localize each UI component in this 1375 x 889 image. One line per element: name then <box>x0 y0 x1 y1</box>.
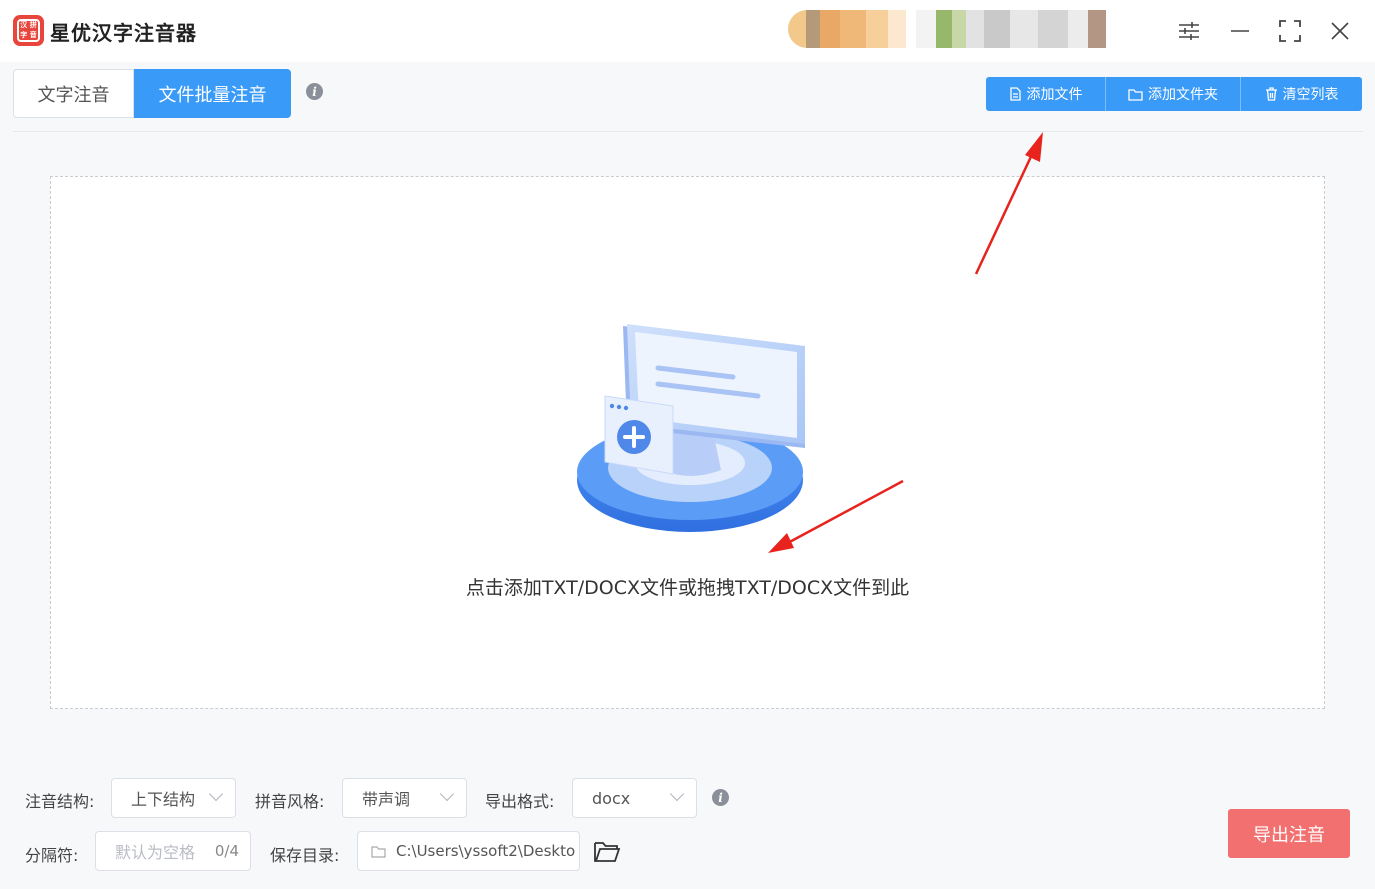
info-icon[interactable]: i <box>306 83 323 100</box>
folder-icon <box>371 846 386 858</box>
browse-folder-icon[interactable] <box>593 839 621 865</box>
separator-label: 分隔符: <box>25 846 79 865</box>
format-info-icon[interactable]: i <box>712 789 729 806</box>
mode-tabs: 文字注音 文件批量注音 <box>13 69 291 118</box>
chevron-down-icon <box>439 786 455 802</box>
export-format-select[interactable]: docx <box>572 778 697 818</box>
structure-label: 注音结构: <box>25 792 95 811</box>
drop-zone-hint: 点击添加TXT/DOCX文件或拖拽TXT/DOCX文件到此 <box>465 577 910 599</box>
save-dir-input[interactable]: C:\Users\yssoft2\Deskto <box>357 831 580 871</box>
add-folder-label: 添加文件夹 <box>1148 87 1218 103</box>
style-label: 拼音风格: <box>255 792 325 811</box>
chevron-down-icon <box>669 786 685 802</box>
file-drop-zone[interactable]: 点击添加TXT/DOCX文件或拖拽TXT/DOCX文件到此 <box>50 176 1325 709</box>
file-toolbar: 添加文件 添加文件夹 清空列表 <box>986 77 1362 111</box>
close-icon[interactable] <box>1325 16 1355 46</box>
add-folder-button[interactable]: 添加文件夹 <box>1106 77 1241 111</box>
export-annotation-button[interactable]: 导出注音 <box>1228 809 1350 858</box>
maximize-icon[interactable] <box>1275 16 1305 46</box>
divider <box>13 131 1363 132</box>
tab-text-annotation[interactable]: 文字注音 <box>13 69 134 118</box>
file-icon <box>1009 87 1021 101</box>
add-file-label: 添加文件 <box>1026 87 1083 103</box>
trash-icon <box>1265 87 1277 101</box>
format-label: 导出格式: <box>485 792 555 811</box>
app-title: 星优汉字注音器 <box>50 21 197 45</box>
separator-input[interactable]: 默认为空格 0/4 <box>95 831 251 871</box>
user-account-blurred[interactable] <box>788 10 1153 48</box>
chevron-down-icon <box>208 786 224 802</box>
app-logo: 汉拼 字音 <box>13 15 44 46</box>
save-dir-value: C:\Users\yssoft2\Deskto <box>396 842 576 860</box>
separator-count: 0/4 <box>214 842 239 860</box>
format-value: docx <box>592 788 631 808</box>
clear-list-button[interactable]: 清空列表 <box>1241 77 1362 111</box>
structure-value: 上下结构 <box>131 790 196 809</box>
tab-batch-file-annotation[interactable]: 文件批量注音 <box>134 69 291 118</box>
settings-icon[interactable] <box>1174 16 1204 46</box>
style-value: 带声调 <box>362 790 411 809</box>
add-file-illustration-icon <box>577 324 805 532</box>
clear-list-label: 清空列表 <box>1282 87 1339 103</box>
separator-placeholder: 默认为空格 <box>115 843 196 862</box>
title-bar: 汉拼 字音 星优汉字注音器 <box>0 0 1375 62</box>
pinyin-style-select[interactable]: 带声调 <box>342 778 467 818</box>
structure-select[interactable]: 上下结构 <box>111 778 236 818</box>
minimize-icon[interactable] <box>1225 16 1255 46</box>
folder-icon <box>1128 88 1143 101</box>
add-file-button[interactable]: 添加文件 <box>986 77 1106 111</box>
save-dir-label: 保存目录: <box>270 846 340 865</box>
